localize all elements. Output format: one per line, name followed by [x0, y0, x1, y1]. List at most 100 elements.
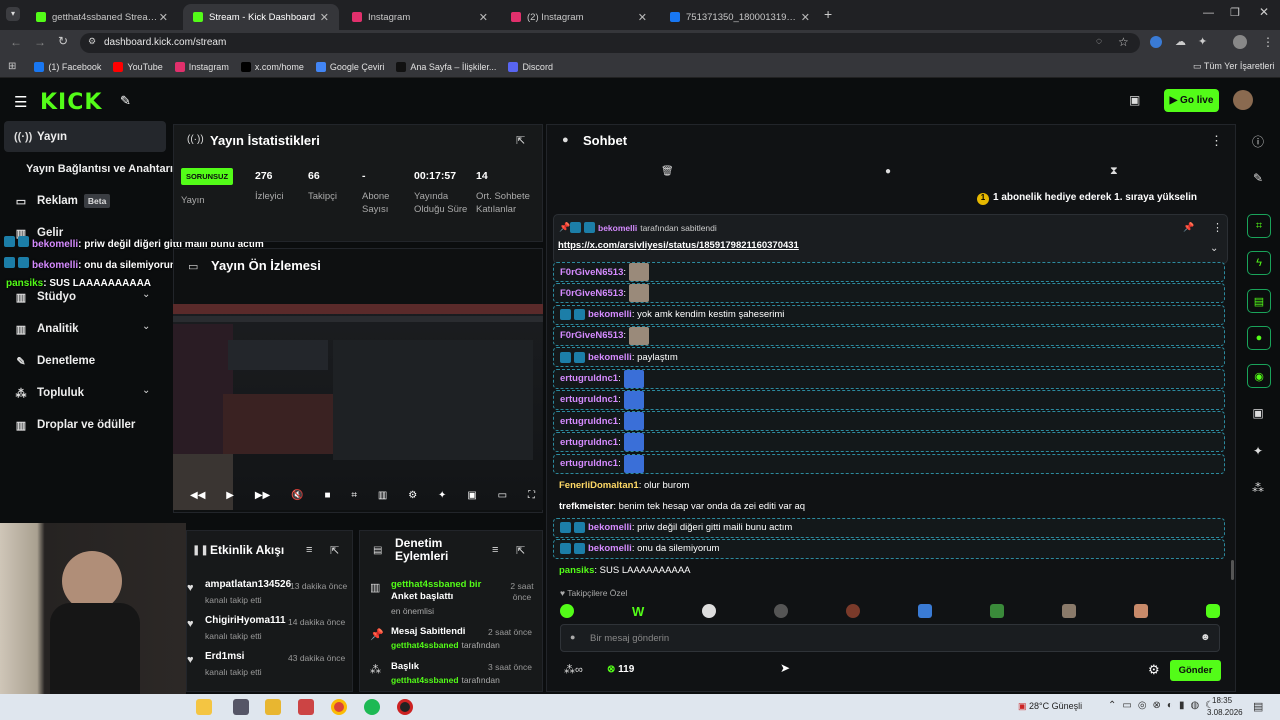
browser-tab[interactable]: (2) Instagram ✕	[501, 4, 657, 30]
close-window-button[interactable]: ✕	[1259, 5, 1269, 19]
chat-message[interactable]: pansiks: SUS LAAAAAAAAAA	[553, 560, 1225, 580]
sidebar-item-chart[interactable]: ▥ Analitik	[14, 318, 79, 340]
mute-icon[interactable]: 🔇	[291, 490, 303, 504]
crop-icon[interactable]: ⌗	[351, 490, 357, 504]
tab-list-chevron-icon[interactable]: ▾	[6, 7, 20, 21]
share-icon[interactable]: ⁂	[1240, 476, 1276, 500]
chat-username[interactable]: ertugruldnc1	[560, 416, 618, 427]
chat-username[interactable]: FenerliDomaltan1	[559, 480, 639, 491]
chat-rail-icon[interactable]: ●	[1247, 326, 1271, 350]
chat-message[interactable]: ertugruldnc1:	[553, 411, 1225, 432]
chat-message[interactable]: bekomelli: paylaştım	[553, 347, 1225, 368]
bookmark-item[interactable]: x.com/home	[240, 61, 304, 72]
chat-message[interactable]: ertugruldnc1:	[553, 368, 1225, 389]
popout-icon[interactable]: ⇱	[516, 544, 525, 557]
chat-username[interactable]: ertugruldnc1	[560, 394, 618, 405]
clip-icon[interactable]: ⌗	[1247, 214, 1271, 238]
chat-menu-icon[interactable]: ⋮	[1210, 133, 1223, 149]
go-live-button[interactable]: ▶ Go live	[1164, 89, 1219, 112]
settings-icon[interactable]: ⚙	[408, 490, 417, 504]
chat-username[interactable]: ertugruldnc1	[560, 458, 618, 469]
chat-tab-icon[interactable]: ●	[885, 166, 891, 177]
profile-avatar-icon[interactable]	[1233, 35, 1247, 49]
url-input[interactable]: dashboard.kick.com/stream	[80, 33, 1140, 53]
kick-logo[interactable]: KICK	[40, 90, 102, 115]
emote-icon[interactable]	[774, 604, 789, 618]
chat-message[interactable]: bekomelli: onu da silemiyorum	[553, 538, 1225, 559]
mod-action-user[interactable]: getthat4ssbaned	[391, 675, 459, 685]
chat-message[interactable]: trefkmeister: benim tek hesap var onda d…	[553, 496, 1225, 516]
app-icon[interactable]	[298, 699, 314, 715]
emote-icon[interactable]	[918, 604, 933, 618]
chat-username[interactable]: bekomelli	[588, 522, 632, 533]
gift-banner[interactable]: 1 1 abonelik hediye ederek 1. sıraya yüks…	[977, 192, 1197, 205]
edit-icon[interactable]: ✎	[1240, 166, 1276, 190]
expand-chevron-icon[interactable]: ⌄	[1210, 243, 1218, 254]
users-infinite-icon[interactable]: ⁂∞	[564, 663, 583, 676]
hamburger-menu-icon[interactable]: ☰	[14, 93, 27, 111]
close-tab-icon[interactable]: ✕	[159, 11, 168, 24]
site-info-icon[interactable]: ⚙	[88, 36, 96, 47]
file-explorer-icon[interactable]	[265, 699, 281, 715]
back-icon[interactable]: ←	[10, 35, 22, 49]
emote-icon[interactable]	[846, 604, 861, 618]
emote-icon[interactable]	[1062, 604, 1077, 618]
minimize-button[interactable]: —	[1203, 7, 1214, 19]
chart-icon[interactable]: ▥	[378, 490, 387, 504]
chat-username[interactable]: bekomelli	[588, 309, 632, 320]
chat-username[interactable]: bekomelli	[588, 543, 632, 554]
broadcast-rail-icon[interactable]: ◉	[1247, 364, 1271, 388]
emote-icon[interactable]	[1134, 604, 1149, 618]
popout-icon[interactable]: ⇱	[330, 544, 339, 557]
bookmark-star-icon[interactable]: ☆	[1118, 35, 1129, 49]
clipboard-icon[interactable]: ▤	[1247, 289, 1271, 313]
chevron-down-icon[interactable]: ⌄	[142, 289, 150, 300]
sidebar-item-gift[interactable]: ▥ Droplar ve ödüller	[14, 414, 136, 436]
chat-message[interactable]: FenerliDomaltan1: olur burom	[553, 475, 1225, 495]
chat-scrollbar[interactable]	[1231, 560, 1234, 580]
browser-tab[interactable]: 751371350_180001319879758...✕	[660, 4, 820, 30]
filter-icon[interactable]: ≡	[492, 544, 498, 556]
emote-icon[interactable]	[990, 604, 1005, 618]
filter-icon[interactable]: ≡	[306, 544, 312, 556]
chevron-down-icon[interactable]: ⌄	[142, 321, 150, 332]
chat-username[interactable]: bekomelli	[588, 352, 632, 363]
chat-username[interactable]: ertugruldnc1	[560, 437, 618, 448]
bookmark-item[interactable]: (1) Facebook	[34, 61, 101, 72]
send-button[interactable]: Gönder	[1170, 660, 1221, 681]
notification-icon[interactable]: ▤	[1253, 700, 1263, 713]
trash-icon[interactable]: 🗑	[661, 166, 674, 177]
forward-icon[interactable]: ▶▶	[255, 490, 270, 504]
play-icon[interactable]: ▶	[226, 490, 234, 504]
pin-tool-icon[interactable]: ✎	[120, 93, 131, 109]
emote-icon[interactable]	[702, 604, 717, 618]
bookmark-item[interactable]: Ana Sayfa – İlişkiler...	[396, 61, 496, 72]
activity-user[interactable]: ChigiriHyoma111	[205, 615, 286, 626]
pinned-menu-icon[interactable]: ⋮	[1212, 221, 1223, 234]
task-view-icon[interactable]	[233, 699, 249, 715]
fullscreen-icon[interactable]: ⛶	[528, 490, 535, 504]
browser-tab[interactable]: Instagram ✕	[342, 4, 498, 30]
layout-icon[interactable]: ▣	[1240, 401, 1276, 425]
browser-tab[interactable]: getthat4ssbaned Stream - Wat✕	[26, 4, 178, 30]
chat-username[interactable]: ertugruldnc1	[560, 373, 618, 384]
pip-icon[interactable]: ▣	[467, 490, 476, 504]
new-tab-button[interactable]: +	[824, 6, 832, 22]
points-badge[interactable]: ⊗ 119	[607, 664, 634, 675]
chat-message[interactable]: F0rGiveN6513:	[553, 325, 1225, 346]
bookmark-item[interactable]: Google Çeviri	[315, 61, 384, 72]
bookmark-item[interactable]: YouTube	[113, 61, 163, 72]
bookmark-item[interactable]: Instagram	[174, 61, 229, 72]
browser-tab[interactable]: Stream - Kick Dashboard ✕	[183, 4, 339, 30]
stream-preview-video[interactable]	[173, 304, 543, 510]
eye-off-icon[interactable]: ◌	[1096, 36, 1102, 47]
chat-username[interactable]: F0rGiveN6513	[560, 330, 623, 341]
chat-message[interactable]: ertugruldnc1:	[553, 389, 1225, 410]
close-tab-icon[interactable]: ✕	[638, 11, 647, 24]
emoji-icon[interactable]: ☻	[1200, 632, 1211, 643]
sidebar-item-stream-key[interactable]: Yayın Bağlantısı ve Anahtarı	[26, 158, 173, 180]
camera-icon[interactable]: ■	[324, 490, 330, 504]
lightning-icon[interactable]: ϟ	[1247, 251, 1271, 275]
sidebar-item-wrench[interactable]: ✎ Denetleme	[14, 350, 95, 372]
emote-w-icon[interactable]: W	[632, 604, 644, 619]
